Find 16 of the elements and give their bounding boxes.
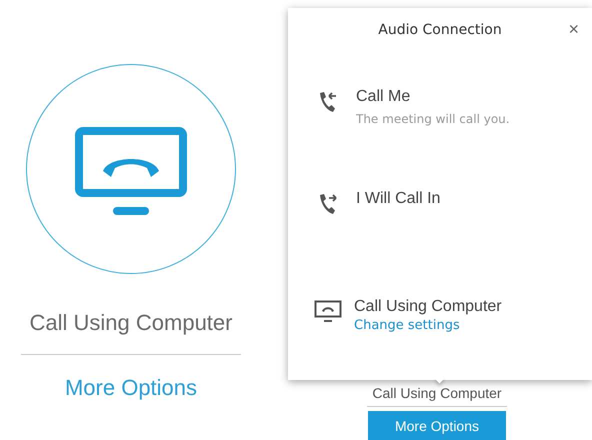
option-title[interactable]: Call Using Computer bbox=[354, 298, 502, 316]
monitor-phone-icon bbox=[75, 127, 187, 217]
monitor-phone-icon bbox=[314, 300, 342, 324]
incoming-call-icon bbox=[318, 90, 338, 114]
outgoing-call-icon bbox=[318, 192, 338, 216]
computer-call-tile[interactable] bbox=[26, 64, 236, 274]
option-label: Call Using Computer bbox=[30, 310, 232, 336]
close-button[interactable]: × bbox=[565, 19, 582, 40]
option-description: The meeting will call you. bbox=[356, 112, 510, 126]
option-label: Call Using Computer bbox=[372, 385, 502, 401]
option-title[interactable]: Call Me bbox=[356, 88, 510, 106]
popup-title: Audio Connection bbox=[378, 22, 502, 38]
option-title[interactable]: I Will Call In bbox=[356, 190, 440, 208]
change-settings-link[interactable]: Change settings bbox=[354, 318, 502, 333]
more-options-button[interactable]: More Options bbox=[368, 411, 506, 440]
more-options-link[interactable]: More Options bbox=[64, 375, 198, 401]
